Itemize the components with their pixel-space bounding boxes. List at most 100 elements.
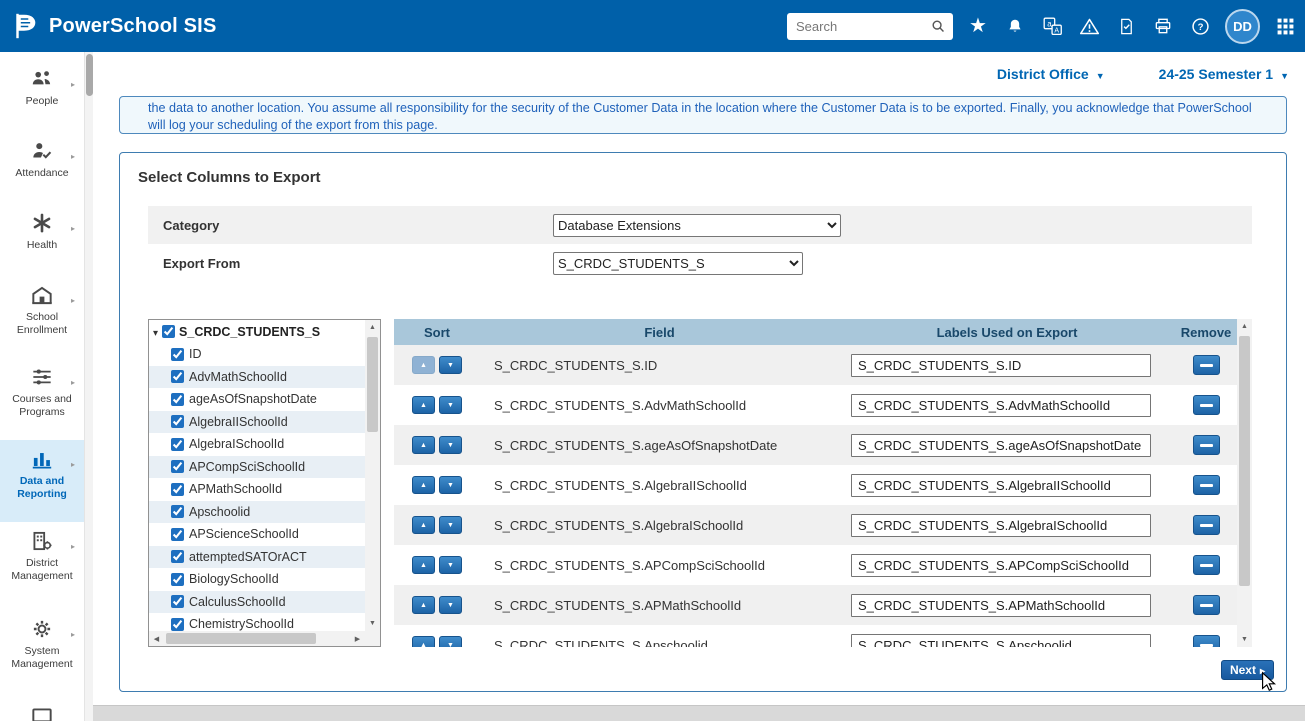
sidebar-item-health[interactable]: Health [0,204,84,276]
tree-item[interactable]: attemptedSATOrACT [149,546,365,569]
scroll-right-icon[interactable] [350,631,365,646]
next-button[interactable]: Next [1221,660,1274,680]
tree-item-checkbox[interactable] [171,348,184,361]
tree-item[interactable]: AlgebraISchoolId [149,433,365,456]
report-queue-button[interactable] [1114,14,1138,38]
sort-down-button[interactable] [439,396,462,414]
sort-up-button[interactable] [412,436,435,454]
export-label-input[interactable] [851,594,1151,617]
tree-item-checkbox[interactable] [171,370,184,383]
export-label-input[interactable] [851,634,1151,648]
sidebar-item-district-management[interactable]: District Management [0,522,84,610]
remove-column-button[interactable] [1193,395,1220,415]
export-label-input[interactable] [851,514,1151,537]
tree-root[interactable]: S_CRDC_STUDENTS_S [149,320,365,343]
tree-item-checkbox[interactable] [171,415,184,428]
tree-item-checkbox[interactable] [171,573,184,586]
sort-up-button[interactable] [412,596,435,614]
sidebar-item-school-enrollment[interactable]: School Enrollment [0,276,84,358]
tree-item[interactable]: AdvMathSchoolId [149,366,365,389]
sort-down-button[interactable] [439,476,462,494]
export-label-input[interactable] [851,554,1151,577]
sidebar-item-data-reporting[interactable]: Data and Reporting [0,440,84,522]
tree-item[interactable]: Apschoolid [149,501,365,524]
tree-item-checkbox[interactable] [171,393,184,406]
tree-item-checkbox[interactable] [171,460,184,473]
sidebar-item-partial[interactable] [0,698,84,721]
tree-item-checkbox[interactable] [171,550,184,563]
table-vscroll-thumb[interactable] [1239,336,1250,586]
sort-up-button[interactable] [412,356,435,374]
page-scrollbar-thumb[interactable] [86,54,93,96]
tree-item[interactable]: ID [149,343,365,366]
export-label-input[interactable] [851,394,1151,417]
tree-expand-icon[interactable] [153,323,158,341]
brand[interactable]: PowerSchool SIS [10,11,216,41]
scroll-down-icon[interactable] [365,616,380,631]
tree-item-checkbox[interactable] [171,595,184,608]
tree-item[interactable]: APCompSciSchoolId [149,456,365,479]
user-avatar[interactable]: DD [1225,9,1260,44]
tree-item[interactable]: CalculusSchoolId [149,591,365,614]
sort-down-button[interactable] [439,516,462,534]
remove-column-button[interactable] [1193,555,1220,575]
sort-down-button[interactable] [439,436,462,454]
scroll-down-icon[interactable] [1237,632,1252,647]
term-selector[interactable]: 24-25 Semester 1 [1159,66,1289,82]
tree-item[interactable]: ageAsOfSnapshotDate [149,388,365,411]
table-vertical-scrollbar[interactable] [1237,319,1252,647]
alerts-button[interactable] [1077,14,1101,38]
tree-vertical-scrollbar[interactable] [365,320,380,631]
tree-root-checkbox[interactable] [162,325,175,338]
remove-column-button[interactable] [1193,475,1220,495]
sidebar-item-people[interactable]: People [0,60,84,132]
school-selector[interactable]: District Office [997,66,1105,82]
sidebar-item-attendance[interactable]: Attendance [0,132,84,204]
tree-item-checkbox[interactable] [171,618,184,631]
remove-column-button[interactable] [1193,515,1220,535]
tree-item-checkbox[interactable] [171,483,184,496]
print-button[interactable] [1151,14,1175,38]
tree-item-checkbox[interactable] [171,505,184,518]
sort-up-button[interactable] [412,516,435,534]
remove-column-button[interactable] [1193,595,1220,615]
sort-up-button[interactable] [412,556,435,574]
apps-button[interactable] [1273,14,1297,38]
tree-item[interactable]: APMathSchoolId [149,478,365,501]
tree-vscroll-thumb[interactable] [367,337,378,432]
tree-item[interactable]: AlgebraIISchoolId [149,411,365,434]
export-from-select[interactable]: S_CRDC_STUDENTS_S [553,252,803,275]
tree-item[interactable]: APScienceSchoolId [149,523,365,546]
export-label-input[interactable] [851,474,1151,497]
export-label-input[interactable] [851,434,1151,457]
help-button[interactable]: ? [1188,14,1212,38]
search-input[interactable] [796,19,930,34]
sort-up-button[interactable] [412,396,435,414]
category-select[interactable]: Database Extensions [553,214,841,237]
notifications-button[interactable] [1003,14,1027,38]
tree-item-checkbox[interactable] [171,528,184,541]
translation-button[interactable]: a A [1040,14,1064,38]
scroll-left-icon[interactable] [149,631,164,646]
scroll-up-icon[interactable] [365,320,380,335]
sidebar-item-system-management[interactable]: System Management [0,610,84,698]
tree-item[interactable]: BiologySchoolId [149,568,365,591]
remove-column-button[interactable] [1193,355,1220,375]
sort-up-button[interactable] [412,636,435,647]
sort-down-button[interactable] [439,556,462,574]
tree-hscroll-thumb[interactable] [166,633,316,644]
tree-item-checkbox[interactable] [171,438,184,451]
favorites-button[interactable] [966,14,990,38]
sort-down-button[interactable] [439,636,462,647]
remove-column-button[interactable] [1193,635,1220,647]
scroll-up-icon[interactable] [1237,319,1252,334]
search-icon[interactable] [930,18,947,35]
export-label-input[interactable] [851,354,1151,377]
sort-down-button[interactable] [439,596,462,614]
page-scrollbar[interactable] [84,52,93,721]
sort-up-button[interactable] [412,476,435,494]
tree-item[interactable]: ChemistrySchoolId [149,613,365,631]
remove-column-button[interactable] [1193,435,1220,455]
tree-horizontal-scrollbar[interactable] [149,631,365,646]
sidebar-item-courses-programs[interactable]: Courses and Programs [0,358,84,440]
